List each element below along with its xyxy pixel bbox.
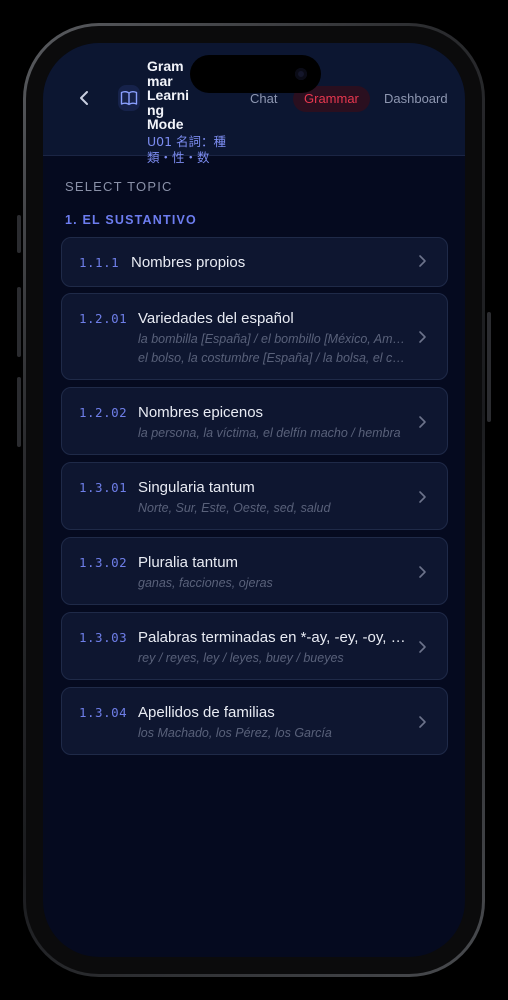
topic-card-1-3-04[interactable]: 1.3.04 Apellidos de familias los Machado…: [61, 687, 448, 755]
topic-example: Norte, Sur, Este, Oeste, sed, salud: [138, 501, 331, 515]
topic-card-1-3-03[interactable]: 1.3.03 Palabras terminadas en *-ay, -ey,…: [61, 612, 448, 680]
topic-name: Nombres epicenos: [138, 404, 264, 421]
topic-number: 1.2.02: [79, 405, 128, 420]
phone-power-button: [487, 312, 491, 422]
topic-name: Singularia tantum: [138, 479, 255, 496]
topic-card-1-3-02[interactable]: 1.3.02 Pluralia tantum ganas, facciones,…: [61, 537, 448, 605]
phone-volume-up-button: [17, 287, 21, 357]
phone-volume-down-button: [17, 377, 21, 447]
chevron-right-icon: [417, 253, 427, 274]
tab-dashboard[interactable]: Dashboard: [384, 86, 448, 112]
phone-action-button: [17, 215, 21, 253]
topic-number: 1.3.02: [79, 555, 128, 570]
topic-example: la persona, la víctima, el delfín macho …: [138, 426, 401, 440]
chevron-right-icon: [417, 564, 427, 585]
topic-name: Palabras terminadas en *-ay, -ey, -oy, -…: [138, 629, 408, 646]
topic-example: rey / reyes, ley / leyes, buey / bueyes: [138, 651, 344, 665]
dynamic-island: [190, 55, 321, 93]
topic-name: Nombres propios: [131, 254, 246, 271]
topic-name: Apellidos de familias: [138, 704, 275, 721]
topic-card-1-3-01[interactable]: 1.3.01 Singularia tantum Norte, Sur, Est…: [61, 462, 448, 530]
topic-number: 1.1.1: [79, 255, 120, 270]
chevron-right-icon: [417, 714, 427, 735]
topic-number: 1.3.01: [79, 480, 128, 495]
topic-card-1-2-02[interactable]: 1.2.02 Nombres epicenos la persona, la v…: [61, 387, 448, 455]
topic-name: Variedades del español: [138, 310, 294, 327]
topic-example: la bombilla [España] / el bombillo [Méxi…: [138, 332, 406, 346]
camera-icon: [295, 68, 307, 80]
unit-subtitle: U01 名詞：種類・性・数: [147, 133, 227, 165]
section-label: SELECT TOPIC: [65, 179, 173, 194]
chevron-right-icon: [417, 329, 427, 350]
topic-number: 1.3.04: [79, 705, 128, 720]
topic-number: 1.3.03: [79, 630, 128, 645]
phone-frame: Grammar Learning Mode U01 名詞：種類・性・数 Chat…: [23, 23, 485, 977]
topic-name: Pluralia tantum: [138, 554, 239, 571]
topic-example: ganas, facciones, ojeras: [138, 576, 273, 590]
chevron-right-icon: [417, 639, 427, 660]
topic-card-1-1-1[interactable]: 1.1.1 Nombres propios: [61, 237, 448, 287]
topic-example: los Machado, los Pérez, los García: [138, 726, 332, 740]
topic-card-1-2-01[interactable]: 1.2.01 Variedades del español la bombill…: [61, 293, 448, 380]
topic-number: 1.2.01: [79, 311, 128, 326]
chevron-right-icon: [417, 414, 427, 435]
group-label: 1. EL SUSTANTIVO: [65, 213, 197, 227]
phone-bezel: Grammar Learning Mode U01 名詞：種類・性・数 Chat…: [26, 26, 482, 974]
topic-example: el bolso, la costumbre [España] / la bol…: [138, 351, 406, 365]
screen: Grammar Learning Mode U01 名詞：種類・性・数 Chat…: [43, 43, 465, 957]
chevron-right-icon: [417, 489, 427, 510]
